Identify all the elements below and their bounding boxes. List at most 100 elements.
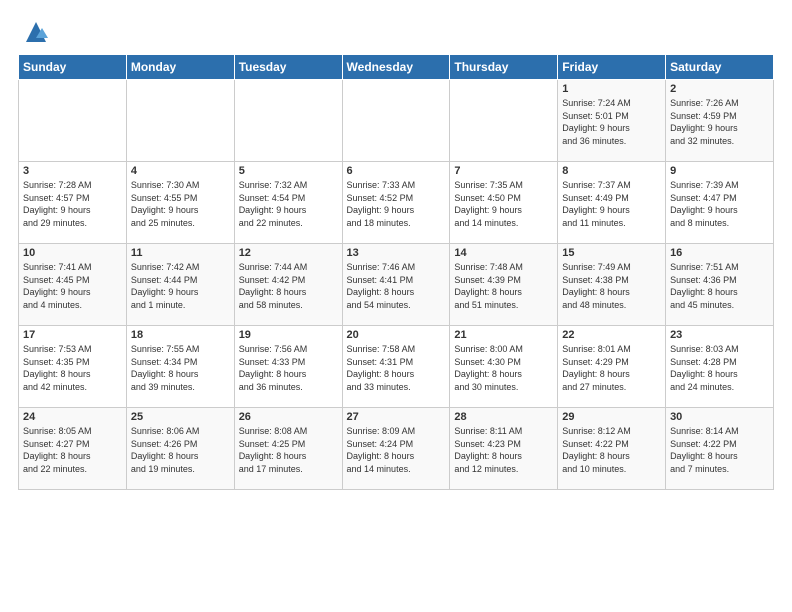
weekday-header-friday: Friday (558, 55, 666, 80)
calendar-cell (450, 80, 558, 162)
day-info: Sunrise: 7:41 AM Sunset: 4:45 PM Dayligh… (23, 261, 122, 311)
day-info: Sunrise: 7:46 AM Sunset: 4:41 PM Dayligh… (347, 261, 446, 311)
day-number: 18 (131, 329, 230, 341)
day-number: 20 (347, 329, 446, 341)
calendar-cell: 12Sunrise: 7:44 AM Sunset: 4:42 PM Dayli… (234, 244, 342, 326)
day-number: 3 (23, 165, 122, 177)
day-info: Sunrise: 7:39 AM Sunset: 4:47 PM Dayligh… (670, 179, 769, 229)
day-info: Sunrise: 8:05 AM Sunset: 4:27 PM Dayligh… (23, 425, 122, 475)
calendar-cell: 26 Sunrise: 8:08 AM Sunset: 4:25 PM Dayli… (234, 408, 342, 490)
calendar-cell: 18 Sunrise: 7:55 AM Sunset: 4:34 PM Dayli… (126, 326, 234, 408)
day-number: 28 (454, 411, 553, 423)
day-info: Sunrise: 7:49 AM Sunset: 4:38 PM Dayligh… (562, 261, 661, 311)
calendar-cell: 16 Sunrise: 7:51 AM Sunset: 4:36 PM Dayli… (666, 244, 774, 326)
day-number: 29 (562, 411, 661, 423)
day-info: Sunrise: 7:51 AM Sunset: 4:36 PM Dayligh… (670, 261, 769, 311)
week-row-1: 1 Sunrise: 7:24 AM Sunset: 5:01 PM Daylig… (19, 80, 774, 162)
day-number: 8 (562, 165, 661, 177)
day-info: Sunrise: 7:35 AM Sunset: 4:50 PM Dayligh… (454, 179, 553, 229)
weekday-header-tuesday: Tuesday (234, 55, 342, 80)
day-number: 14 (454, 247, 553, 259)
calendar-cell (19, 80, 127, 162)
day-info: Sunrise: 7:28 AM Sunset: 4:57 PM Dayligh… (23, 179, 122, 229)
day-number: 11 (131, 247, 230, 259)
calendar-cell: 30Sunrise: 8:14 AM Sunset: 4:22 PM Dayli… (666, 408, 774, 490)
day-info: Sunrise: 8:01 AM Sunset: 4:29 PM Dayligh… (562, 343, 661, 393)
weekday-header-row: SundayMondayTuesdayWednesdayThursdayFrid… (19, 55, 774, 80)
day-info: Sunrise: 7:24 AM Sunset: 5:01 PM Dayligh… (562, 97, 661, 147)
calendar-cell: 27 Sunrise: 8:09 AM Sunset: 4:24 PM Dayli… (342, 408, 450, 490)
day-number: 27 (347, 411, 446, 423)
calendar-cell: 11 Sunrise: 7:42 AM Sunset: 4:44 PM Dayli… (126, 244, 234, 326)
calendar-cell: 6 Sunrise: 7:33 AM Sunset: 4:52 PM Daylig… (342, 162, 450, 244)
day-number: 13 (347, 247, 446, 259)
day-info: Sunrise: 8:06 AM Sunset: 4:26 PM Dayligh… (131, 425, 230, 475)
calendar-cell (126, 80, 234, 162)
day-number: 21 (454, 329, 553, 341)
day-info: Sunrise: 7:30 AM Sunset: 4:55 PM Dayligh… (131, 179, 230, 229)
calendar-cell: 22 Sunrise: 8:01 AM Sunset: 4:29 PM Dayli… (558, 326, 666, 408)
day-info: Sunrise: 8:12 AM Sunset: 4:22 PM Dayligh… (562, 425, 661, 475)
day-number: 25 (131, 411, 230, 423)
weekday-header-saturday: Saturday (666, 55, 774, 80)
calendar-cell (342, 80, 450, 162)
calendar-cell: 10Sunrise: 7:41 AM Sunset: 4:45 PM Dayli… (19, 244, 127, 326)
calendar-cell: 15 Sunrise: 7:49 AM Sunset: 4:38 PM Dayli… (558, 244, 666, 326)
day-info: Sunrise: 8:08 AM Sunset: 4:25 PM Dayligh… (239, 425, 338, 475)
day-info: Sunrise: 7:55 AM Sunset: 4:34 PM Dayligh… (131, 343, 230, 393)
calendar-cell: 1 Sunrise: 7:24 AM Sunset: 5:01 PM Daylig… (558, 80, 666, 162)
day-info: Sunrise: 7:58 AM Sunset: 4:31 PM Dayligh… (347, 343, 446, 393)
day-number: 9 (670, 165, 769, 177)
logo (18, 18, 50, 46)
week-row-2: 3 Sunrise: 7:28 AM Sunset: 4:57 PM Daylig… (19, 162, 774, 244)
logo-icon (22, 18, 50, 46)
day-info: Sunrise: 7:37 AM Sunset: 4:49 PM Dayligh… (562, 179, 661, 229)
day-info: Sunrise: 7:33 AM Sunset: 4:52 PM Dayligh… (347, 179, 446, 229)
calendar-cell: 25 Sunrise: 8:06 AM Sunset: 4:26 PM Dayli… (126, 408, 234, 490)
day-number: 1 (562, 83, 661, 95)
day-number: 15 (562, 247, 661, 259)
day-number: 17 (23, 329, 122, 341)
calendar-cell: 20 Sunrise: 7:58 AM Sunset: 4:31 PM Dayli… (342, 326, 450, 408)
day-number: 7 (454, 165, 553, 177)
day-number: 4 (131, 165, 230, 177)
calendar-cell: 8 Sunrise: 7:37 AM Sunset: 4:49 PM Daylig… (558, 162, 666, 244)
calendar-cell: 14Sunrise: 7:48 AM Sunset: 4:39 PM Dayli… (450, 244, 558, 326)
week-row-4: 17 Sunrise: 7:53 AM Sunset: 4:35 PM Dayli… (19, 326, 774, 408)
day-info: Sunrise: 8:11 AM Sunset: 4:23 PM Dayligh… (454, 425, 553, 475)
day-number: 26 (239, 411, 338, 423)
day-info: Sunrise: 8:00 AM Sunset: 4:30 PM Dayligh… (454, 343, 553, 393)
day-number: 23 (670, 329, 769, 341)
day-number: 22 (562, 329, 661, 341)
day-number: 24 (23, 411, 122, 423)
day-info: Sunrise: 7:53 AM Sunset: 4:35 PM Dayligh… (23, 343, 122, 393)
day-number: 19 (239, 329, 338, 341)
day-info: Sunrise: 7:32 AM Sunset: 4:54 PM Dayligh… (239, 179, 338, 229)
day-info: Sunrise: 8:03 AM Sunset: 4:28 PM Dayligh… (670, 343, 769, 393)
day-info: Sunrise: 8:09 AM Sunset: 4:24 PM Dayligh… (347, 425, 446, 475)
day-info: Sunrise: 7:26 AM Sunset: 4:59 PM Dayligh… (670, 97, 769, 147)
calendar-cell: 24 Sunrise: 8:05 AM Sunset: 4:27 PM Dayli… (19, 408, 127, 490)
weekday-header-monday: Monday (126, 55, 234, 80)
calendar-cell: 28 Sunrise: 8:11 AM Sunset: 4:23 PM Dayli… (450, 408, 558, 490)
calendar-cell: 23 Sunrise: 8:03 AM Sunset: 4:28 PM Dayli… (666, 326, 774, 408)
calendar-cell: 13 Sunrise: 7:46 AM Sunset: 4:41 PM Dayli… (342, 244, 450, 326)
day-info: Sunrise: 7:56 AM Sunset: 4:33 PM Dayligh… (239, 343, 338, 393)
week-row-5: 24 Sunrise: 8:05 AM Sunset: 4:27 PM Dayli… (19, 408, 774, 490)
calendar-cell: 21 Sunrise: 8:00 AM Sunset: 4:30 PM Dayli… (450, 326, 558, 408)
day-number: 6 (347, 165, 446, 177)
day-number: 16 (670, 247, 769, 259)
weekday-header-thursday: Thursday (450, 55, 558, 80)
day-number: 2 (670, 83, 769, 95)
calendar-cell: 19 Sunrise: 7:56 AM Sunset: 4:33 PM Dayli… (234, 326, 342, 408)
calendar-cell: 17 Sunrise: 7:53 AM Sunset: 4:35 PM Dayli… (19, 326, 127, 408)
week-row-3: 10Sunrise: 7:41 AM Sunset: 4:45 PM Dayli… (19, 244, 774, 326)
day-info: Sunrise: 7:42 AM Sunset: 4:44 PM Dayligh… (131, 261, 230, 311)
calendar-cell (234, 80, 342, 162)
calendar-cell: 9 Sunrise: 7:39 AM Sunset: 4:47 PM Daylig… (666, 162, 774, 244)
calendar-cell: 3 Sunrise: 7:28 AM Sunset: 4:57 PM Daylig… (19, 162, 127, 244)
weekday-header-wednesday: Wednesday (342, 55, 450, 80)
calendar-cell: 7 Sunrise: 7:35 AM Sunset: 4:50 PM Daylig… (450, 162, 558, 244)
day-number: 5 (239, 165, 338, 177)
calendar-cell: 4 Sunrise: 7:30 AM Sunset: 4:55 PM Daylig… (126, 162, 234, 244)
